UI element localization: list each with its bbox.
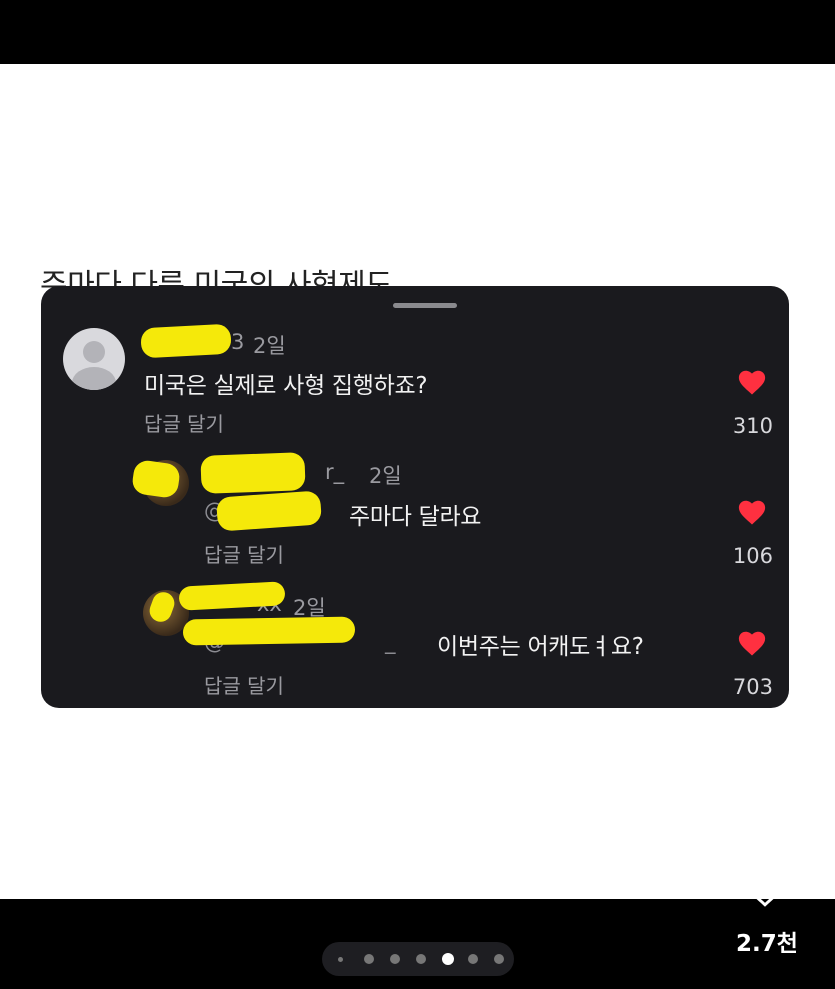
reply-button[interactable]: 답글 달기 xyxy=(204,539,284,568)
redaction-mark xyxy=(140,323,232,359)
redaction-mark xyxy=(130,458,182,500)
page-dot[interactable] xyxy=(494,954,504,964)
comment-username[interactable]: 3 xyxy=(231,330,244,354)
comment-time: 2일 xyxy=(253,334,286,358)
like-total: 2.7천 xyxy=(736,931,798,957)
reply-button[interactable]: 답글 달기 xyxy=(144,408,224,437)
page-indicator xyxy=(322,942,514,976)
reply-button[interactable]: 답글 달기 xyxy=(204,670,284,699)
comment-text: 이번주는 어캐도ㅕ요? xyxy=(437,634,644,660)
like-count: 703 xyxy=(732,675,773,699)
comment-panel: 3 2일 미국은 실제로 사형 집행하죠? 답글 달기 310 r_ 2일 @ … xyxy=(41,286,789,708)
comment-time: 2일 xyxy=(369,464,402,488)
comment-text: 주마다 달라요 xyxy=(349,504,482,530)
top-status-bar xyxy=(0,0,835,64)
person-silhouette-icon xyxy=(83,341,105,363)
heart-outline-icon[interactable] xyxy=(740,862,790,908)
comment-text: 미국은 실제로 사형 집행하죠? xyxy=(144,373,428,399)
page-dot[interactable] xyxy=(416,954,426,964)
heart-filled-icon[interactable] xyxy=(737,368,767,396)
page-dot[interactable] xyxy=(390,954,400,964)
heart-filled-icon[interactable] xyxy=(737,498,767,526)
like-count: 106 xyxy=(732,544,773,568)
comment-username[interactable]: r_ xyxy=(325,460,344,484)
redaction-mark xyxy=(182,616,356,646)
like-count: 310 xyxy=(732,414,773,438)
redaction-mark xyxy=(215,490,323,532)
page-dot[interactable] xyxy=(364,954,374,964)
page-dot[interactable] xyxy=(338,957,343,962)
redaction-mark xyxy=(200,452,306,494)
avatar[interactable] xyxy=(63,328,125,390)
page-dot-active[interactable] xyxy=(442,953,454,965)
mention-suffix: _ xyxy=(385,630,396,654)
page-dot[interactable] xyxy=(468,954,478,964)
drag-handle[interactable] xyxy=(393,303,457,308)
heart-filled-icon[interactable] xyxy=(737,629,767,657)
